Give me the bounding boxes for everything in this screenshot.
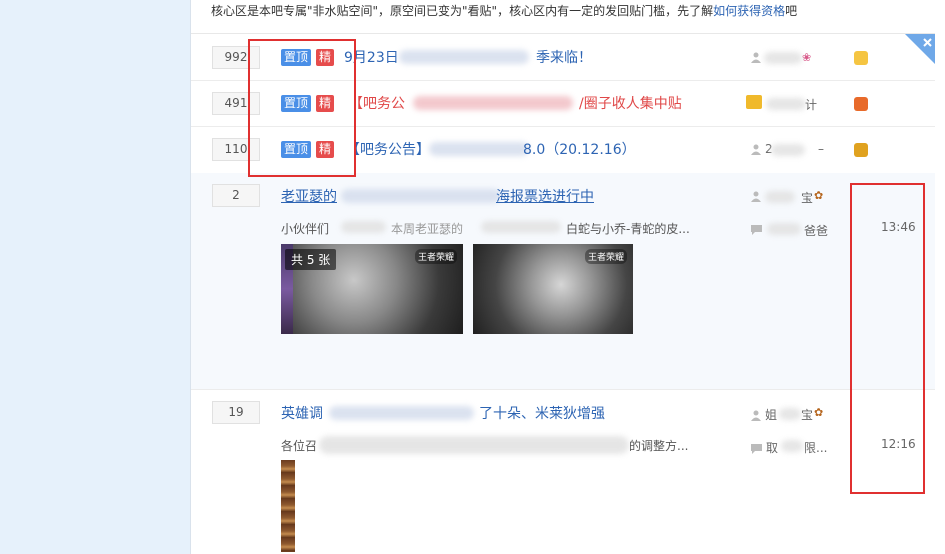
blurred-author [766,98,806,110]
thread-excerpt-end: 白蛇与小乔-青蛇的皮... [566,222,690,236]
thread-image-1[interactable]: 共 5 张 王者荣耀 [281,244,463,334]
blurred-excerpt [481,221,561,233]
thread-author[interactable] [751,189,765,203]
thread-author[interactable]: 姐 [751,406,777,423]
thread-title-end[interactable]: 海报票选进行中 [496,186,594,206]
last-reply-author-start: 取 [766,441,779,455]
thread-author-end: 宝 [801,191,814,205]
last-reply-author-end: 限... [804,441,828,455]
reply-count: 19 [212,401,260,424]
user-icon [751,144,761,155]
qualification-link[interactable]: 如何获得资格 [713,4,785,18]
user-icon [751,52,761,63]
blurred-title [413,96,573,110]
blurred-last-reply [767,223,801,235]
highlight-box-badges [248,39,356,177]
last-reply-author-end: 爸爸 [804,224,829,238]
blurred-author [764,52,802,64]
thread-excerpt-start: 各位召 [281,439,318,453]
thread-title-start[interactable]: 【吧务公 [349,93,405,113]
game-logo: 王者荣耀 [584,249,627,264]
flower-icon: ❀ [802,51,812,64]
last-reply-author[interactable]: 取 [751,439,778,456]
blurred-author [765,191,795,203]
notice-suffix: 吧 [785,4,798,18]
thread-author[interactable]: 2 [751,142,773,156]
blurred-title [399,50,529,64]
thread-author-end: – [818,142,824,156]
blurred-title [341,189,501,203]
thread-title-end[interactable]: /圈子收人集中贴 [579,93,682,113]
comment-icon [751,443,762,454]
thread-author-start: 姐 [765,408,778,422]
thread-title-start[interactable]: 【吧务公告】 [346,139,430,159]
thread-title-end[interactable]: 季来临！ [536,47,592,67]
core-zone-notice: 核心区是本吧专属"非水贴空间"，原空间已变为"看贴"，核心区内有一定的发回贴门槛… [211,2,797,19]
blurred-last-reply [781,440,803,452]
thread-row-4[interactable]: 2 老亚瑟的 海报票选进行中 宝 ✿ 小伙伴们 本周老亚瑟的 白蛇与小乔-青蛇的… [191,173,936,389]
thread-image-2[interactable]: 王者荣耀 [473,244,633,334]
crown-icon [746,95,762,109]
reply-count: 2 [212,184,260,207]
blurred-title [329,406,474,420]
thread-author-end[interactable]: 计 [805,96,817,113]
highlight-box-times [850,183,925,494]
thread-row-5[interactable]: 19 英雄调 了十朵、米莱狄增强 姐 宝 ✿ 各位召 的调整方... 取 限..… [191,390,936,554]
thread-excerpt-start: 小伙伴们 [281,222,330,236]
thread-title-start[interactable]: 英雄调 [281,403,323,423]
thread-author-end: 宝 [801,408,814,422]
comment-icon [751,224,762,235]
thread-excerpt-end: 的调整方... [629,439,689,453]
notice-text: 核心区是本吧专属"非水贴空间"，原空间已变为"看贴"，核心区内有一定的发回贴门槛… [211,4,714,18]
thread-excerpt-mid: 本周老亚瑟的 [391,222,464,236]
thread-title-end[interactable]: 8.0（20.12.16） [523,139,636,159]
thread-title-end[interactable]: 了十朵、米莱狄增强 [479,403,605,423]
user-icon [751,191,761,202]
blurred-title [429,142,529,156]
blurred-author [779,408,801,420]
lock-level-icon [854,51,868,65]
image-count-tag: 共 5 张 [285,249,337,270]
paw-icon: ✿ [814,189,824,202]
last-reply-author[interactable] [751,222,766,236]
game-logo: 王者荣耀 [414,249,457,264]
gamepad-icon [854,97,868,111]
paw-icon: ✿ [814,406,824,419]
user-icon [751,410,761,421]
sun-icon [854,143,868,157]
right-edge [935,0,945,554]
thread-image-1[interactable] [281,460,295,552]
blurred-excerpt [341,221,386,233]
thread-title-start[interactable]: 老亚瑟的 [281,186,337,206]
thread-author[interactable] [751,50,765,64]
blurred-author [771,144,805,156]
left-background [0,0,190,554]
blurred-excerpt [319,436,629,454]
